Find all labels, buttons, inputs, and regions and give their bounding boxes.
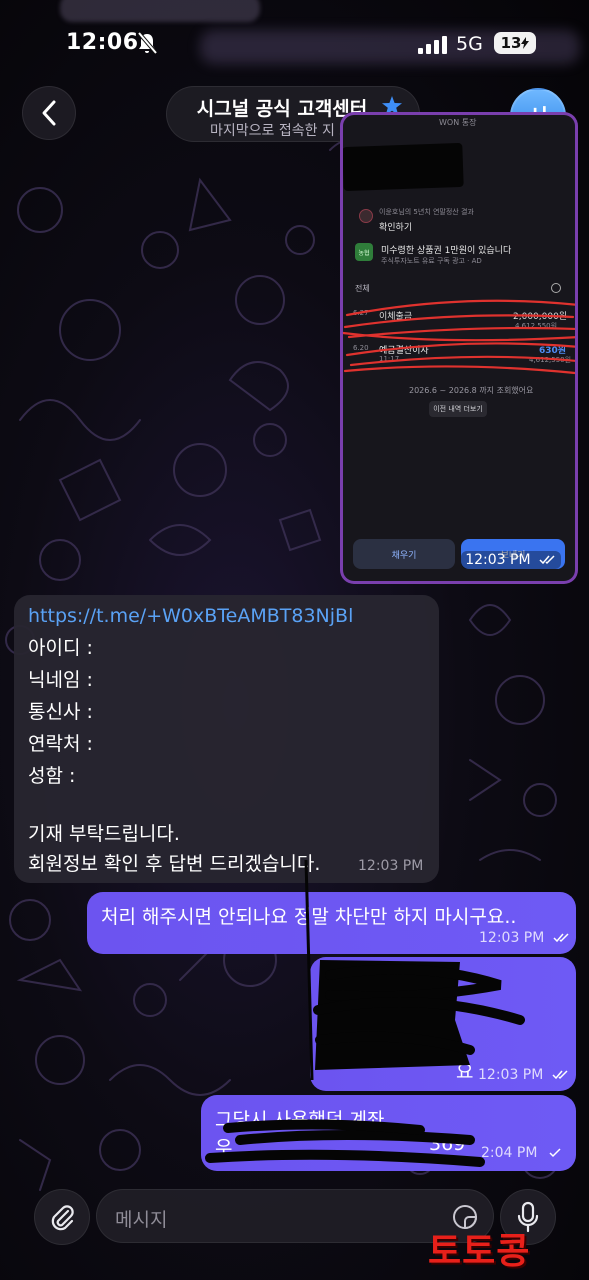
received-message[interactable]: https://t.me/+W0xBTeAMBT83NjBl 아이디 : 닉네임… xyxy=(14,595,439,883)
battery-indicator: 13 xyxy=(494,32,536,54)
message-time: 12:03 PM xyxy=(479,930,571,946)
message-text-tail: 369 xyxy=(429,1133,466,1155)
time-text: 12:03 PM xyxy=(479,930,545,946)
search-icon xyxy=(551,283,561,293)
message-line: 연락처 : xyxy=(28,733,93,755)
bell-off-icon xyxy=(137,31,158,55)
message-text-line2: 우 xyxy=(215,1137,233,1159)
chevron-left-icon xyxy=(42,100,56,126)
status-bar: 12:06 5G 13 xyxy=(0,0,589,80)
status-time: 12:06 xyxy=(66,30,139,55)
double-check-icon xyxy=(553,933,569,943)
attach-button[interactable] xyxy=(34,1189,90,1245)
message-time: 12:03 PM xyxy=(478,1067,570,1083)
message-placeholder: 메시지 xyxy=(115,1209,168,1231)
message-line: 닉네임 : xyxy=(28,669,93,691)
shot-row2-date: 6.20 xyxy=(353,344,369,352)
time-text: 12:03 PM xyxy=(478,1067,544,1083)
image-message[interactable]: WON 통장 이윤호님의 5년치 연말정산 결과 확인하기 농협 미수령한 상품… xyxy=(340,112,578,584)
signal-icon xyxy=(418,36,447,54)
bank-app-screenshot[interactable]: WON 통장 이윤호님의 5년치 연말정산 결과 확인하기 농협 미수령한 상품… xyxy=(343,115,575,581)
sent-message[interactable]: 그당시 사용했던 계좌 우 369 2:04 PM xyxy=(201,1095,576,1171)
redaction-mark xyxy=(343,142,464,192)
sent-message[interactable]: 요 12:03 PM xyxy=(310,957,576,1091)
time-text: 2:04 PM xyxy=(481,1145,538,1161)
time-text: 12:03 PM xyxy=(465,552,531,568)
message-line: 성함 : xyxy=(28,765,76,787)
battery-level: 13 xyxy=(500,34,522,52)
message-line: 기재 부탁드립니다. xyxy=(28,823,180,845)
shot-note-line2: 확인하기 xyxy=(379,223,413,233)
network-type: 5G xyxy=(456,33,483,55)
double-check-icon xyxy=(539,555,555,565)
shot-filter-label: 전체 xyxy=(355,284,370,293)
double-check-icon xyxy=(552,1070,568,1080)
shot-row1-date: 6.27 xyxy=(353,309,369,317)
message-time: 12:03 PM xyxy=(358,858,424,874)
tax-icon xyxy=(359,209,373,223)
shot-row1-balance: 4,612,550원 xyxy=(515,322,558,330)
shot-row1-name: 이체출금 xyxy=(379,312,413,322)
message-time: 12:03 PM xyxy=(461,551,561,569)
message-text: 처리 해주시면 안되나요 정말 차단만 하지 마시구요.. xyxy=(101,906,517,928)
shot-ad-line2: 주식투자노트 유료 구독 광고 · AD xyxy=(381,257,482,265)
shot-row2-balance: 4,612,550원 xyxy=(529,356,572,364)
message-line: 통신사 : xyxy=(28,701,93,723)
nh-badge: 농협 xyxy=(355,243,373,261)
charging-bolt-icon xyxy=(521,37,530,49)
shot-period-text: 2026.6 ~ 2026.8 까지 조회했어요 xyxy=(409,386,534,395)
message-text: 그당시 사용했던 계좌 xyxy=(215,1109,385,1131)
message-text: 요 xyxy=(456,1061,474,1083)
shot-ad-line1: 미수령한 상품권 1만원이 있습니다 xyxy=(381,246,512,256)
message-time: 2:04 PM xyxy=(481,1145,564,1161)
sent-message[interactable]: 처리 해주시면 안되나요 정말 차단만 하지 마시구요.. 12:03 PM xyxy=(87,892,576,954)
paperclip-icon xyxy=(51,1205,74,1231)
watermark-text: 토토콩 xyxy=(428,1231,531,1272)
message-line: 아이디 : xyxy=(28,637,93,659)
message-line: 회원정보 확인 후 답변 드리겠습니다. xyxy=(28,853,321,875)
shot-more-button: 이전 내역 더보기 xyxy=(429,401,487,417)
shot-note-line1: 이윤호님의 5년치 연말정산 결과 xyxy=(379,208,474,216)
telegram-link[interactable]: https://t.me/+W0xBTeAMBT83NjBl xyxy=(28,605,353,627)
back-button[interactable] xyxy=(22,86,76,140)
shot-row2-time: 11:17 xyxy=(379,355,400,363)
shot-fill-button: 채우기 xyxy=(353,539,455,569)
shot-header-text: WON 통장 xyxy=(439,118,477,127)
check-icon xyxy=(549,1148,561,1158)
